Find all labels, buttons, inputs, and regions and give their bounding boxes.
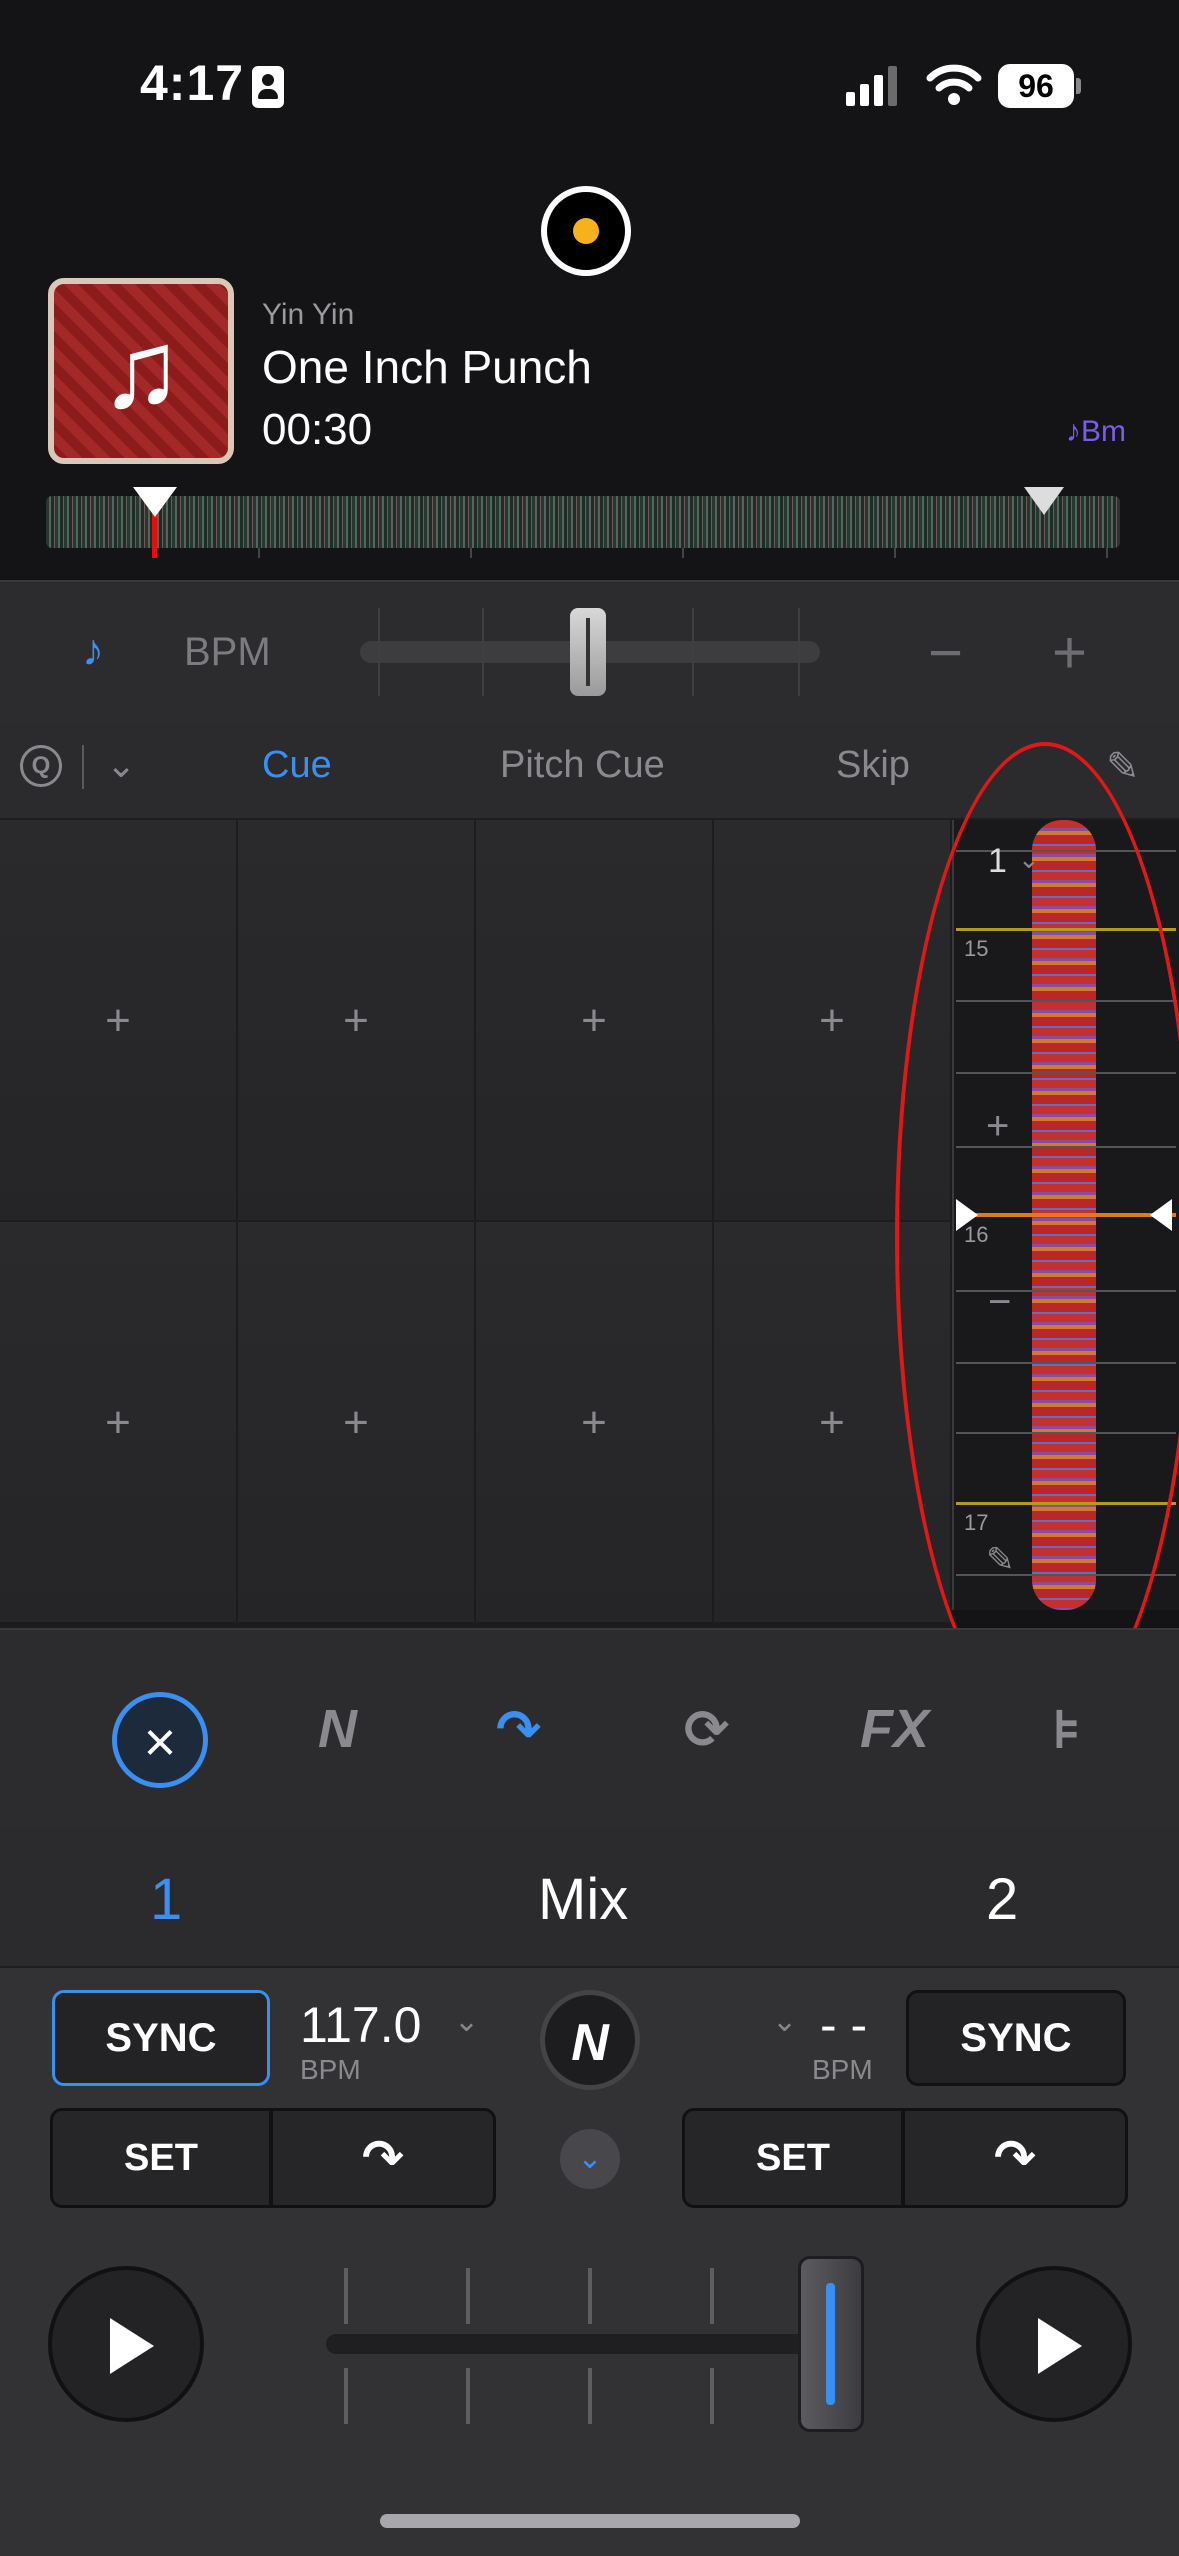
crossfader-tick xyxy=(466,2368,470,2424)
home-indicator[interactable] xyxy=(380,2514,800,2528)
track-time: 00:30 xyxy=(262,405,373,454)
chevron-down-icon[interactable]: ⌄ xyxy=(772,2004,797,2039)
battery-tip xyxy=(1076,78,1081,94)
mixer-sliders-icon[interactable]: ⊧ xyxy=(1052,1698,1081,1761)
close-icon: × xyxy=(143,1710,177,1773)
deck-dot-icon xyxy=(573,218,599,244)
deck-2-bpm-unit: BPM xyxy=(812,2054,873,2085)
deck-1-play-button[interactable] xyxy=(48,2266,204,2422)
deck-1-skip-cue-button[interactable]: ↷ xyxy=(270,2108,496,2208)
crossfader-knob[interactable] xyxy=(798,2256,864,2432)
cue-pad[interactable]: + xyxy=(476,1222,712,1622)
deck-2-tab[interactable]: 2 xyxy=(986,1866,1018,1933)
deck-2-play-button[interactable] xyxy=(976,2266,1132,2422)
track-key: ♪Bm xyxy=(1066,415,1126,448)
tempo-slider-knob[interactable] xyxy=(570,608,606,696)
tempo-tick xyxy=(482,608,484,696)
crossfader-tick xyxy=(466,2268,470,2324)
deck-1-sync-button[interactable]: SYNC xyxy=(52,1990,270,2086)
cue-pad[interactable]: + xyxy=(476,820,712,1220)
chevron-down-icon[interactable]: ⌄ xyxy=(454,2004,479,2039)
add-cue-icon: + xyxy=(343,996,369,1045)
deck-1-bpm-unit: BPM xyxy=(300,2054,361,2085)
play-icon xyxy=(110,2318,154,2374)
contact-card-icon xyxy=(252,66,284,108)
tempo-tick xyxy=(798,608,800,696)
status-time: 4:17 xyxy=(140,55,245,111)
album-artwork[interactable]: ♫ xyxy=(48,278,234,464)
annotation-highlight-ellipse xyxy=(895,742,1179,1732)
track-overview-waveform[interactable] xyxy=(46,496,1120,548)
deck-2-sync-button[interactable]: SYNC xyxy=(906,1990,1126,2086)
cue-pad[interactable]: + xyxy=(0,820,236,1220)
add-cue-icon: + xyxy=(105,1398,131,1447)
music-note-icon: ♫ xyxy=(99,308,183,431)
chevron-down-icon[interactable]: ⌄ xyxy=(106,744,136,786)
crossfader-tick xyxy=(344,2368,348,2424)
tempo-plus-button[interactable]: + xyxy=(1052,618,1087,687)
fx-icon[interactable]: FX xyxy=(860,1698,929,1760)
deck-1-bpm-value[interactable]: 117.0 xyxy=(300,1996,421,2054)
pencil-edit-icon[interactable]: ✎ xyxy=(1106,744,1140,790)
crossfader-track[interactable] xyxy=(326,2334,856,2354)
neural-mix-icon[interactable]: N xyxy=(318,1698,357,1760)
add-cue-icon: + xyxy=(581,1398,607,1447)
neural-mix-icon: N xyxy=(571,2014,609,2072)
tab-pitch-cue[interactable]: Pitch Cue xyxy=(500,744,665,787)
close-mode-button[interactable]: × xyxy=(112,1692,208,1788)
tabs-divider xyxy=(82,745,84,789)
cue-point-triangle-icon[interactable] xyxy=(1024,487,1064,515)
deck-2-bpm-value[interactable]: - - xyxy=(820,1996,867,2054)
battery-indicator: 96 xyxy=(998,64,1074,108)
tempo-tick xyxy=(378,608,380,696)
deck-platter-button[interactable] xyxy=(541,186,631,276)
cue-pad[interactable]: + xyxy=(238,820,474,1220)
cue-pads-grid: + + + + + + + + xyxy=(0,820,952,1628)
loop-icon[interactable]: ⟳ xyxy=(684,1698,729,1761)
cue-pad[interactable]: + xyxy=(238,1222,474,1622)
deck-2-skip-cue-button[interactable]: ↷ xyxy=(902,2108,1128,2208)
deck-2-set-button[interactable]: SET xyxy=(682,2108,904,2208)
mix-tab[interactable]: Mix xyxy=(538,1866,628,1933)
skip-cue-icon[interactable]: ↷ xyxy=(496,1698,541,1761)
deck-1-set-button[interactable]: SET xyxy=(50,2108,272,2208)
wifi-icon xyxy=(926,64,982,105)
crossfader-tick xyxy=(344,2268,348,2324)
tab-cue[interactable]: Cue xyxy=(262,744,332,787)
neural-mix-button[interactable]: N xyxy=(540,1990,640,2090)
track-artist: Yin Yin xyxy=(262,298,355,331)
tempo-bpm-label: BPM xyxy=(184,630,271,674)
add-cue-icon: + xyxy=(581,996,607,1045)
tab-skip[interactable]: Skip xyxy=(836,744,910,787)
crossfader-tick xyxy=(710,2268,714,2324)
quantize-icon[interactable]: Q xyxy=(20,745,62,787)
overview-ticks xyxy=(46,548,1120,558)
play-icon xyxy=(1038,2318,1082,2374)
key-lock-note-icon[interactable]: ♪ xyxy=(82,626,104,676)
crossfader-tick xyxy=(710,2368,714,2424)
crossfader-tick xyxy=(588,2268,592,2324)
tempo-minus-button[interactable]: − xyxy=(928,618,963,687)
track-title: One Inch Punch xyxy=(262,341,592,393)
playhead-triangle-icon[interactable] xyxy=(133,487,177,517)
add-cue-icon: + xyxy=(343,1398,369,1447)
tempo-tick xyxy=(692,608,694,696)
crossfader-tick xyxy=(588,2368,592,2424)
expand-chevron-icon[interactable]: ⌄ xyxy=(560,2129,620,2189)
cellular-signal-icon xyxy=(846,66,897,106)
deck-1-tab[interactable]: 1 xyxy=(150,1866,182,1933)
cue-pad[interactable]: + xyxy=(0,1222,236,1622)
add-cue-icon: + xyxy=(105,996,131,1045)
